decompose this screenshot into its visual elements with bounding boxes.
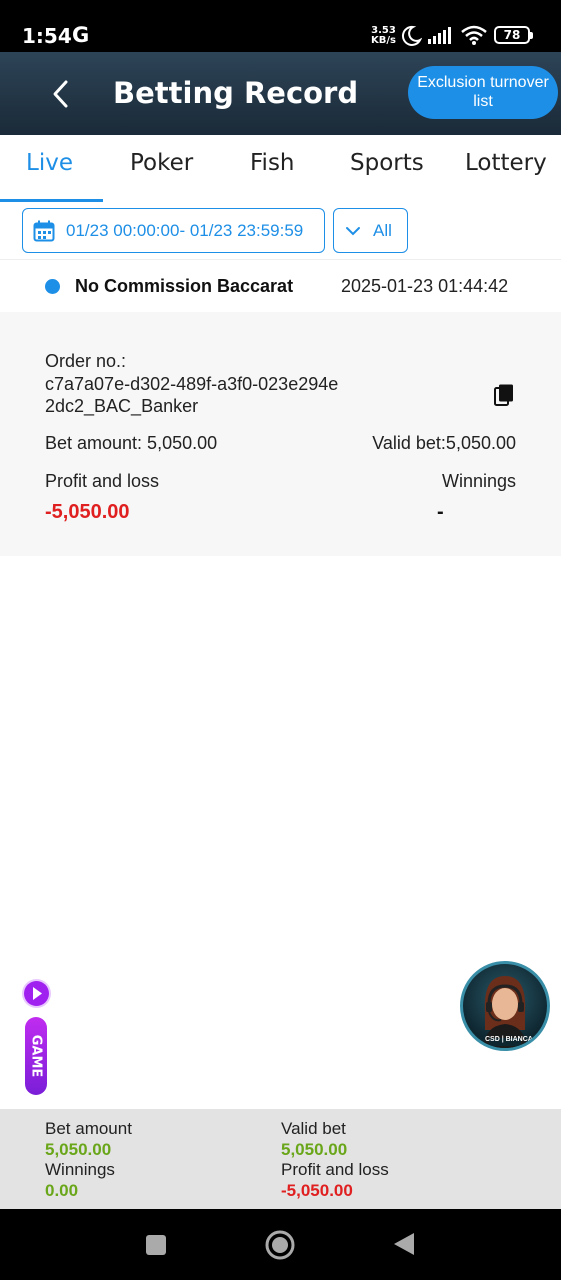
order-number-value: c7a7a07e-d302-489f-a3f0-023e294e2dc2_BAC… [45, 374, 339, 416]
tab-sports[interactable]: Sports [350, 150, 424, 176]
system-nav-bar [0, 1209, 561, 1280]
network-speed-unit: KB/s [371, 35, 396, 46]
active-tab-indicator [0, 199, 103, 202]
page-title: Betting Record [113, 76, 359, 110]
summary-valid-bet-label: Valid bet [281, 1119, 346, 1138]
calendar-icon [33, 220, 55, 242]
status-bar: 1:54 G 3.53 KB/s 78 [0, 0, 561, 52]
play-icon [33, 987, 42, 1000]
chevron-left-icon [53, 80, 68, 108]
record-header[interactable]: No Commission Baccarat 2025-01-23 01:44:… [0, 260, 561, 312]
network-speed: 3.53 KB/s [371, 26, 396, 46]
summary-winnings-value: 0.00 [45, 1181, 79, 1200]
profit-loss-label: Profit and loss [45, 471, 160, 491]
summary-winnings-label: Winnings [45, 1160, 115, 1179]
game-label: GAME [28, 1034, 44, 1078]
customer-support-avatar[interactable]: CSD | BIANCA [460, 961, 550, 1051]
status-time: 1:54 [22, 24, 72, 48]
record-game-name: No Commission Baccarat [75, 276, 294, 296]
game-label-pill: GAME [25, 1017, 47, 1095]
signal-icon [428, 27, 451, 44]
chevron-down-icon [346, 227, 360, 236]
wifi-icon [461, 25, 487, 45]
winnings-value: - [437, 501, 444, 523]
record-details: Order no.: c7a7a07e-d302-489f-a3f0-023e2… [0, 312, 561, 556]
tab-live[interactable]: Live [26, 150, 73, 176]
moon-icon [401, 25, 422, 46]
valid-bet: Valid bet:5,050.00 [372, 433, 516, 453]
date-range-filter[interactable]: 01/23 00:00:00- 01/23 23:59:59 [22, 208, 325, 253]
summary-profit-loss-value: -5,050.00 [281, 1181, 353, 1200]
summary-panel: Bet amount 5,050.00 Valid bet 5,050.00 W… [0, 1109, 561, 1209]
profit-loss-value: -5,050.00 [45, 501, 130, 523]
bet-amount: Bet amount: 5,050.00 [45, 433, 218, 453]
record-status-dot [45, 279, 60, 294]
summary-bet-amount-value: 5,050.00 [45, 1140, 112, 1159]
google-icon: G [72, 23, 90, 47]
date-range-text: 01/23 00:00:00- 01/23 23:59:59 [66, 221, 304, 240]
record-timestamp: 2025-01-23 01:44:42 [341, 276, 509, 296]
type-filter-dropdown[interactable]: All [333, 208, 408, 253]
support-badge: CSD | BIANCA [485, 1036, 533, 1043]
tab-poker[interactable]: Poker [130, 150, 193, 176]
app-header: Betting Record Exclusion turnover list [0, 52, 561, 135]
game-float-button[interactable]: GAME [23, 980, 51, 1096]
game-category-tabs: Live Poker Fish Sports Lottery [0, 135, 561, 203]
filter-bar: 01/23 00:00:00- 01/23 23:59:59 All [0, 203, 561, 260]
copy-icon[interactable] [494, 384, 514, 406]
order-number-label: Order no.: [45, 351, 127, 371]
back-button[interactable] [46, 76, 78, 112]
winnings-label: Winnings [441, 471, 516, 491]
play-circle-icon [24, 981, 49, 1006]
tab-lottery[interactable]: Lottery [465, 150, 547, 176]
tab-fish[interactable]: Fish [250, 150, 295, 176]
type-filter-value: All [373, 221, 392, 240]
summary-valid-bet-value: 5,050.00 [281, 1140, 348, 1159]
battery-indicator: 78 [494, 26, 533, 44]
exclusion-turnover-button[interactable]: Exclusion turnover list [408, 66, 558, 119]
back-triangle-icon[interactable] [392, 1231, 416, 1257]
home-icon[interactable] [264, 1229, 296, 1261]
summary-bet-amount-label: Bet amount [45, 1119, 132, 1138]
recent-apps-icon[interactable] [145, 1234, 167, 1256]
summary-profit-loss-label: Profit and loss [281, 1160, 389, 1179]
